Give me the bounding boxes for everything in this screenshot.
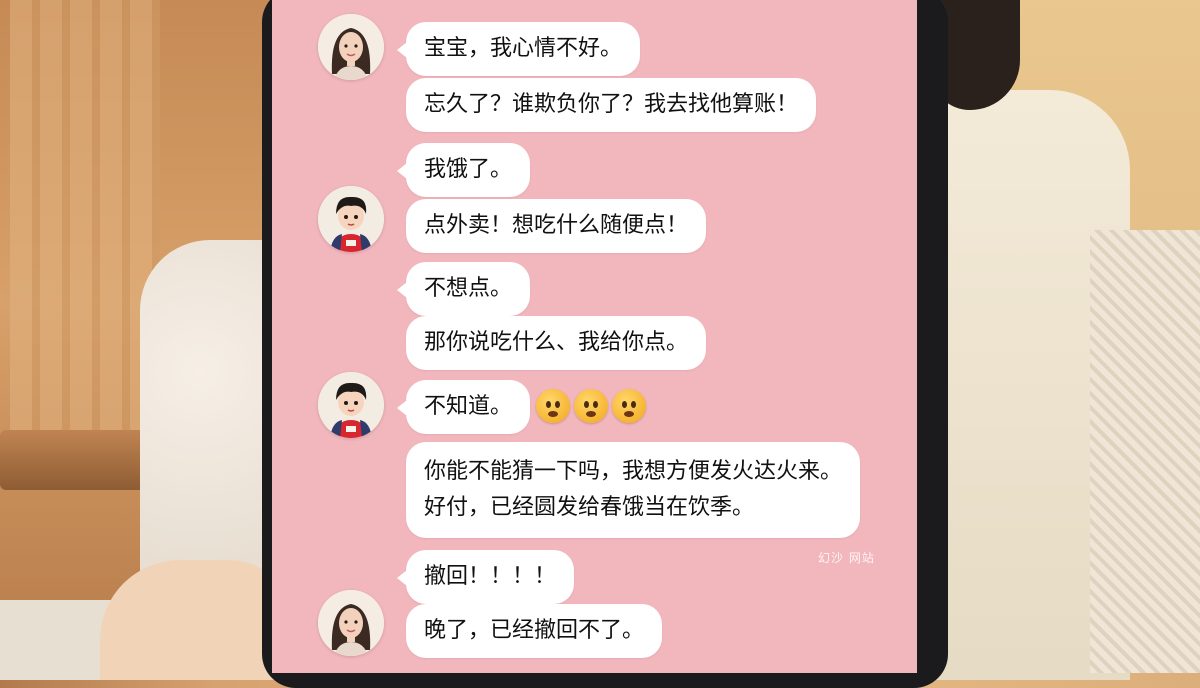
message-text: 撤回！！！！ [424,564,557,589]
message-text: 宝宝，我心情不好。 [424,36,623,61]
chat-screen[interactable]: 宝宝，我心情不好。 忘久了？谁欺负你了？我去找他算账！ 我饿了。 点外卖！想吃什… [272,0,917,673]
girlfriend-avatar[interactable] [318,14,384,80]
message-text: 不想点。 [424,276,513,301]
background-curtain [10,0,160,460]
message-text-line: 你能不能猜一下吗，我想方便发火达火来。 [424,459,843,484]
message-bubble[interactable]: 不想点。 [396,262,531,316]
worried-face-emoji [536,389,570,423]
girlfriend-avatar[interactable] [318,590,384,656]
message-bubble[interactable]: 宝宝，我心情不好。 [396,22,641,76]
worried-face-emoji [612,389,646,423]
message-text: 晚了，已经撤回不了。 [424,618,645,643]
message-bubble[interactable]: 点外卖！想吃什么随便点！ [406,199,707,253]
boyfriend-avatar[interactable] [318,186,384,252]
background-blanket [1090,230,1200,673]
message-text: 不知道。 [424,394,513,419]
boy-avatar-icon [318,372,384,438]
message-bubble[interactable]: 不知道。 [396,380,531,434]
boyfriend-avatar[interactable] [318,372,384,438]
boy-avatar-icon [318,186,384,252]
message-bubble[interactable]: 你能不能猜一下吗，我想方便发火达火来。 好付，已经圆发给春饿当在饮季。 [406,442,861,538]
message-bubble[interactable]: 撤回！！！！ [396,550,575,604]
watermark: 幻沙 网站 [818,551,875,565]
girl-avatar-icon [318,14,384,80]
worried-face-emoji [574,389,608,423]
message-bubble[interactable]: 晚了，已经撤回不了。 [406,604,663,658]
message-bubble[interactable]: 那你说吃什么、我给你点。 [406,316,707,370]
message-bubble[interactable]: 忘久了？谁欺负你了？我去找他算账！ [406,78,817,132]
message-text-line: 好付，已经圆发给春饿当在饮季。 [424,495,755,520]
message-text: 点外卖！想吃什么随便点！ [424,213,689,238]
message-text: 那你说吃什么、我给你点。 [424,330,689,355]
message-bubble[interactable]: 我饿了。 [396,143,531,197]
message-text: 我饿了。 [424,157,513,182]
girl-avatar-icon [318,590,384,656]
message-text: 忘久了？谁欺负你了？我去找他算账！ [424,92,799,117]
